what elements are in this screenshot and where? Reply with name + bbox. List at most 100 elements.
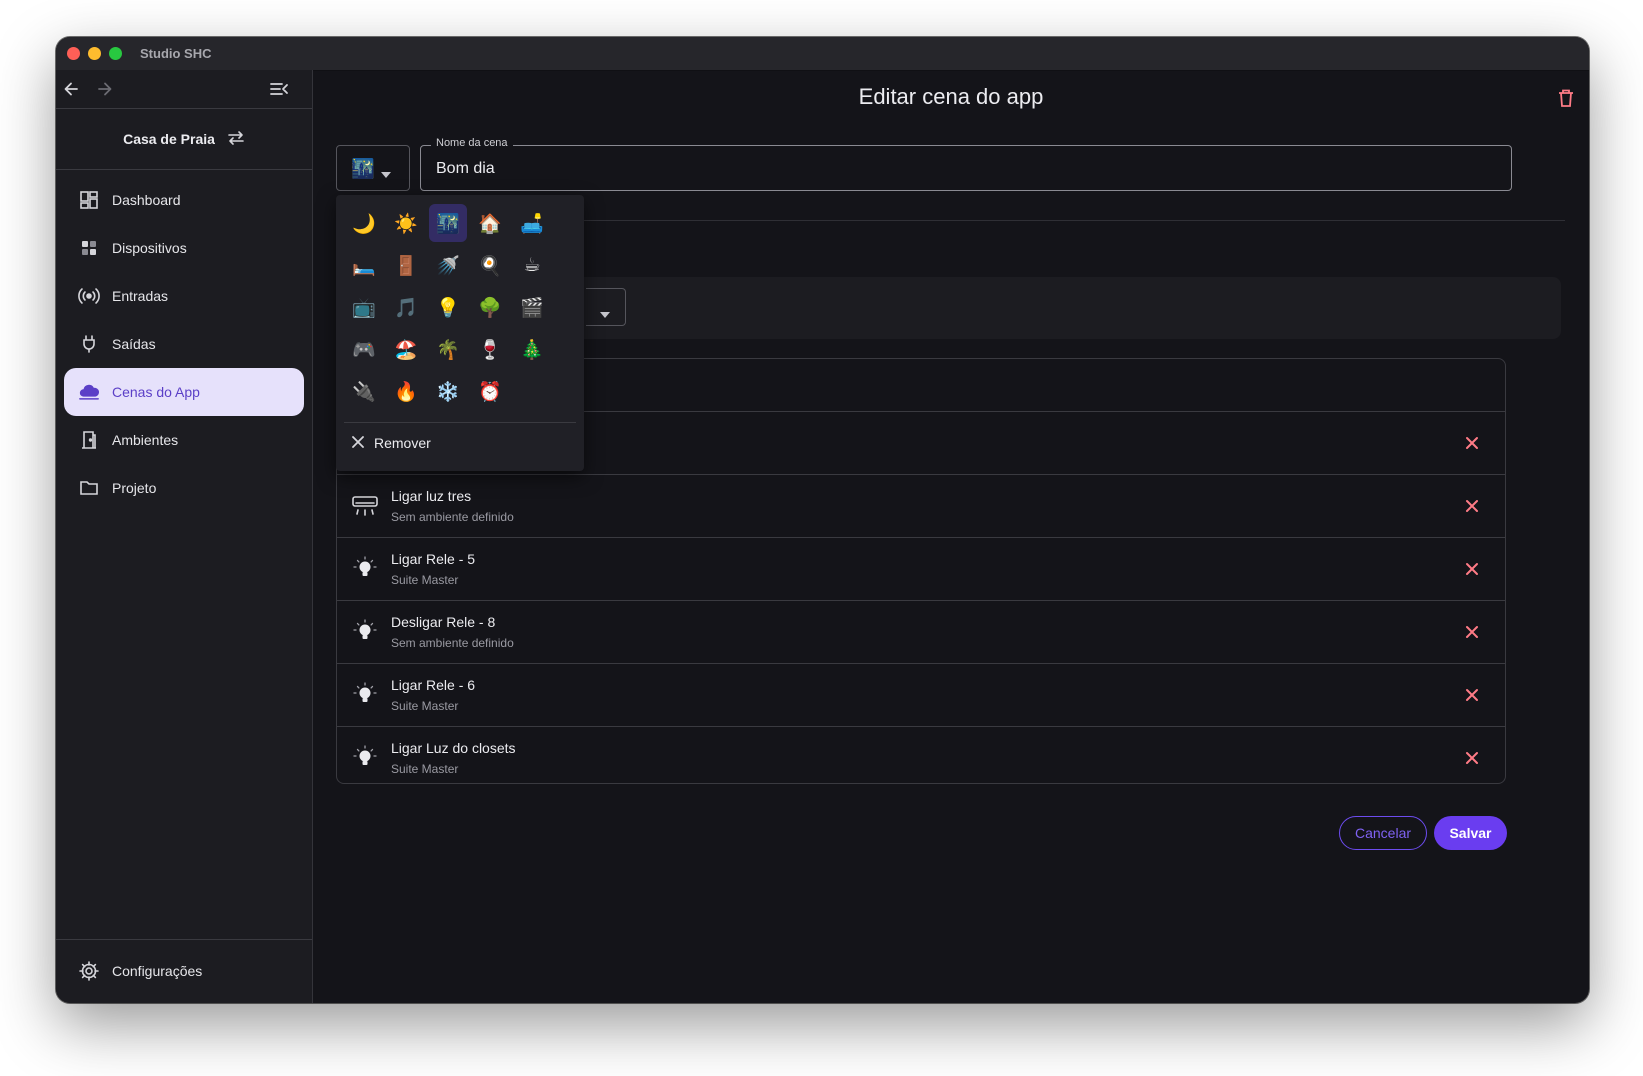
scene-name-field[interactable]: Nome da cena Bom dia [420, 137, 1512, 191]
action-room: Sem ambiente definido [391, 510, 514, 524]
remove-action-button[interactable] [1459, 745, 1485, 771]
tv-icon[interactable]: 📺 [345, 288, 383, 326]
house-icon[interactable]: 🏠 [471, 204, 509, 242]
plug-icon [78, 333, 100, 355]
sidebar-menu: Dashboard Dispositivos Entradas Saídas C… [64, 176, 304, 512]
back-icon[interactable] [58, 76, 84, 102]
fire-icon[interactable]: 🔥 [387, 372, 425, 410]
sun-icon[interactable]: ☀️ [387, 204, 425, 242]
sidebar-item-label: Configurações [112, 963, 203, 979]
sidebar: Casa de Praia Dashboard Dispositivos Ent… [56, 70, 313, 1003]
sidebar-item-label: Ambientes [112, 432, 179, 448]
action-room: Suite Master [391, 573, 459, 587]
app-title: Studio SHC [140, 46, 212, 61]
cancel-button[interactable]: Cancelar [1339, 816, 1427, 850]
remove-action-button[interactable] [1459, 430, 1485, 456]
sidebar-item-label: Dashboard [112, 192, 181, 208]
sidebar-item-cenas-do-app[interactable]: Cenas do App [64, 368, 304, 416]
broadcast-icon [78, 285, 100, 307]
plug-icon[interactable]: 🔌 [345, 372, 383, 410]
gamepad-icon[interactable]: 🎮 [345, 330, 383, 368]
sidebar-item-label: Saídas [112, 336, 156, 352]
coffee-icon[interactable]: ☕ [513, 246, 551, 284]
lightbulb-icon[interactable]: 💡 [429, 288, 467, 326]
table-row: Ligar Rele - 5 Suite Master [337, 538, 1505, 601]
night-city-icon[interactable]: 🌃 [429, 204, 467, 242]
save-button[interactable]: Salvar [1434, 816, 1507, 850]
table-row: Ligar Luz do closets Suite Master [337, 727, 1505, 783]
lightbulb-icon [351, 681, 379, 709]
scene-name-value[interactable]: Bom dia [436, 160, 495, 178]
action-room: Sem ambiente definido [391, 636, 514, 650]
folder-icon [78, 477, 100, 499]
beach-icon[interactable]: 🏖️ [387, 330, 425, 368]
remove-action-button[interactable] [1459, 493, 1485, 519]
sidebar-item-label: Cenas do App [112, 384, 200, 400]
sidebar-item-projeto[interactable]: Projeto [64, 464, 304, 512]
frying-pan-icon[interactable]: 🍳 [471, 246, 509, 284]
project-name: Casa de Praia [123, 131, 215, 147]
trash-icon[interactable] [1557, 88, 1575, 113]
collapse-menu-icon[interactable] [266, 76, 292, 102]
selected-scene-icon: 🌃 [351, 158, 375, 180]
snowflake-icon[interactable]: ❄️ [429, 372, 467, 410]
action-room: Suite Master [391, 762, 459, 776]
sidebar-item-label: Projeto [112, 480, 157, 496]
bed-icon[interactable]: 🛏️ [345, 246, 383, 284]
scene-icon-select[interactable]: 🌃 [336, 145, 410, 191]
tree-icon[interactable]: 🌳 [471, 288, 509, 326]
sidebar-toolbar [56, 70, 312, 109]
remove-action-button[interactable] [1459, 682, 1485, 708]
christmas-tree-icon[interactable]: 🎄 [513, 330, 551, 368]
table-row: Ligar luz tres Sem ambiente definido [337, 475, 1505, 538]
shower-icon[interactable]: 🚿 [429, 246, 467, 284]
lightbulb-icon [351, 555, 379, 583]
devices-icon [78, 237, 100, 259]
wine-glass-icon[interactable]: 🍷 [471, 330, 509, 368]
sidebar-item-label: Entradas [112, 288, 169, 304]
page-title: Editar cena do app [858, 84, 1044, 109]
sidebar-item-configuracoes[interactable]: Configurações [64, 947, 304, 995]
chevron-down-icon [600, 305, 610, 323]
title-bar: Studio SHC [56, 37, 1589, 71]
palm-tree-icon[interactable]: 🌴 [429, 330, 467, 368]
minimize-window-button[interactable] [88, 47, 101, 60]
sidebar-item-entradas[interactable]: Entradas [64, 272, 304, 320]
couch-icon[interactable]: 🛋️ [513, 204, 551, 242]
sidebar-item-dashboard[interactable]: Dashboard [64, 176, 304, 224]
lightbulb-icon [351, 618, 379, 646]
sidebar-item-ambientes[interactable]: Ambientes [64, 416, 304, 464]
dashboard-icon [78, 189, 100, 211]
action-type-select[interactable] [586, 288, 626, 326]
menu-divider [344, 422, 576, 423]
remove-action-button[interactable] [1459, 619, 1485, 645]
close-window-button[interactable] [67, 47, 80, 60]
table-row: Ligar Rele - 6 Suite Master [337, 664, 1505, 727]
table-row: Desligar Rele - 8 Sem ambiente definido [337, 601, 1505, 664]
remove-icon-button[interactable]: Remover [352, 435, 431, 451]
icon-grid: 🌙 ☀️ 🌃 🏠 🛋️ 🛏️ 🚪 🚿 🍳 ☕ 📺 🎵 💡 🌳 🎬 🎮 🏖️ 🌴 [345, 204, 551, 410]
project-switcher[interactable]: Casa de Praia [56, 109, 312, 170]
icon-picker-menu: 🌙 ☀️ 🌃 🏠 🛋️ 🛏️ 🚪 🚿 🍳 ☕ 📺 🎵 💡 🌳 🎬 🎮 🏖️ 🌴 [336, 195, 584, 471]
alarm-clock-icon[interactable]: ⏰ [471, 372, 509, 410]
action-room: Suite Master [391, 699, 459, 713]
door-icon[interactable]: 🚪 [387, 246, 425, 284]
scene-name-label: Nome da cena [431, 137, 513, 149]
moon-icon[interactable]: 🌙 [345, 204, 383, 242]
clapperboard-icon[interactable]: 🎬 [513, 288, 551, 326]
zoom-window-button[interactable] [109, 47, 122, 60]
remove-action-button[interactable] [1459, 556, 1485, 582]
sidebar-item-label: Dispositivos [112, 240, 187, 256]
main-content: Editar cena do app 🌃 Nome da cena Bom di… [313, 70, 1589, 1003]
sidebar-footer: Configurações [56, 939, 312, 1003]
action-title: Desligar Rele - 8 [391, 614, 496, 630]
app-window: Studio SHC Casa de Praia Dashboard Dispo… [56, 37, 1589, 1003]
cloud-icon [78, 381, 100, 403]
music-icon[interactable]: 🎵 [387, 288, 425, 326]
action-title: Ligar Rele - 5 [391, 551, 476, 567]
swap-icon [227, 130, 245, 149]
air-conditioner-icon [351, 492, 379, 520]
sidebar-item-dispositivos[interactable]: Dispositivos [64, 224, 304, 272]
sidebar-item-saidas[interactable]: Saídas [64, 320, 304, 368]
forward-icon[interactable] [92, 76, 118, 102]
